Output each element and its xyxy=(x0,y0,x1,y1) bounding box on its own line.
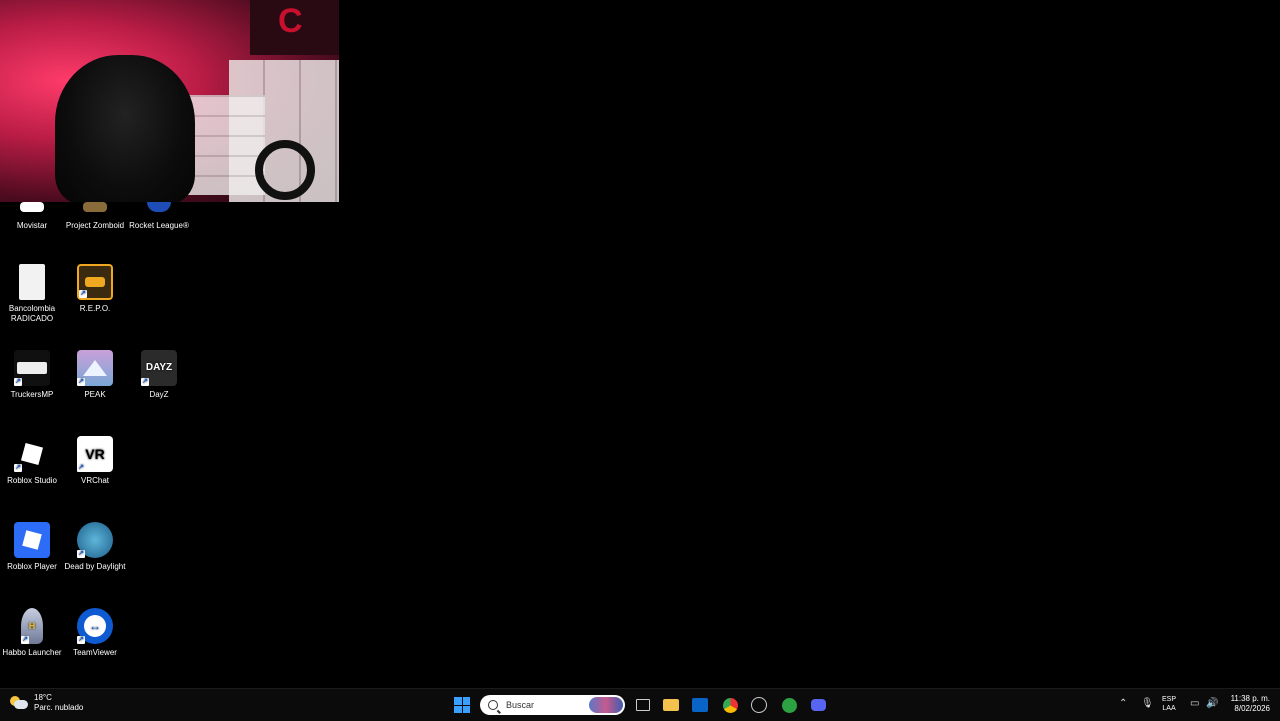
desktop-icon-bancolombia-radicado[interactable]: Bancolombia RADICADO xyxy=(0,264,64,324)
outlook-icon[interactable] xyxy=(691,696,709,714)
roblox-studio-icon: ↗ xyxy=(14,436,50,472)
desktop-icon-movistar[interactable]: Movistar xyxy=(0,202,64,231)
chevron-up-icon[interactable]: ⌃ xyxy=(1119,698,1127,709)
steam-icon[interactable] xyxy=(750,696,768,714)
taskbar: 18°C Parc. nublado Buscar ⌃ 🎙 ESP LAA ▭ … xyxy=(0,688,1280,721)
wall-sign: C xyxy=(250,0,339,55)
desktop-icon-dead-by-daylight[interactable]: ↗ Dead by Daylight xyxy=(63,522,127,572)
chrome-icon[interactable] xyxy=(721,696,739,714)
peak-game-icon: ↗ xyxy=(77,350,113,386)
shortcut-arrow-icon: ↗ xyxy=(21,636,29,644)
clock[interactable]: 11:38 p. m. 8/02/2026 xyxy=(1224,694,1270,714)
file-icon xyxy=(19,264,45,300)
desktop-icon-truckersmp[interactable]: ↗ TruckersMP xyxy=(0,350,64,400)
weather-widget[interactable]: 18°C Parc. nublado xyxy=(10,693,83,713)
dead-by-daylight-icon: ↗ xyxy=(77,522,113,558)
start-button[interactable] xyxy=(454,697,470,713)
movistar-icon xyxy=(20,202,44,212)
volume-icon[interactable]: 🔊 xyxy=(1206,698,1218,709)
language-indicator[interactable]: ESP LAA xyxy=(1162,695,1176,713)
weather-condition: Parc. nublado xyxy=(34,703,84,712)
clock-time: 11:38 p. m. xyxy=(1230,694,1270,703)
roblox-player-icon xyxy=(14,522,50,558)
desktop-icon-teamviewer[interactable]: ↔ ↗ TeamViewer xyxy=(63,608,127,658)
desktop-icon-roblox-player[interactable]: Roblox Player xyxy=(0,522,64,572)
xbox-icon[interactable] xyxy=(780,696,798,714)
desktop-icon-vrchat[interactable]: VR ↗ VRChat xyxy=(63,436,127,486)
shortcut-arrow-icon: ↗ xyxy=(14,378,22,386)
search-highlight-image xyxy=(589,697,623,713)
shortcut-arrow-icon: ↗ xyxy=(79,290,87,298)
shortcut-arrow-icon: ↗ xyxy=(77,636,85,644)
desktop-icon-project-zomboid[interactable]: Project Zomboid xyxy=(63,202,127,231)
discord-icon[interactable] xyxy=(809,696,827,714)
desktop-icon-habbo-launcher[interactable]: H ↗ Habbo Launcher xyxy=(0,608,64,658)
desktop-icon-peak[interactable]: ↗ PEAK xyxy=(63,350,127,400)
shortcut-arrow-icon: ↗ xyxy=(77,378,85,386)
repo-game-icon: ↗ xyxy=(77,264,113,300)
streamer xyxy=(55,55,195,202)
weather-temp: 18°C xyxy=(34,693,52,702)
file-explorer-icon[interactable] xyxy=(662,696,680,714)
search-placeholder: Buscar xyxy=(506,700,535,710)
vrchat-icon: VR ↗ xyxy=(77,436,113,472)
webcam-overlay: C xyxy=(0,0,339,202)
dayz-icon: DAYZ ↗ xyxy=(141,350,177,386)
shortcut-arrow-icon: ↗ xyxy=(141,378,149,386)
desktop-icon-rocket-league[interactable]: Rocket League® xyxy=(127,202,191,231)
network-icon[interactable]: ▭ xyxy=(1190,698,1199,709)
task-view-icon[interactable] xyxy=(634,696,652,714)
teamviewer-icon: ↔ ↗ xyxy=(77,608,113,644)
desktop-icon-dayz[interactable]: DAYZ ↗ DayZ xyxy=(127,350,191,400)
steering-wheel xyxy=(255,140,315,200)
shortcut-arrow-icon: ↗ xyxy=(14,464,22,472)
truckersmp-icon: ↗ xyxy=(14,350,50,386)
desktop-icon-roblox-studio[interactable]: ↗ Roblox Studio xyxy=(0,436,64,486)
desktop-icon-repo[interactable]: ↗ R.E.P.O. xyxy=(63,264,127,314)
rocket-league-icon xyxy=(147,202,171,212)
clock-date: 8/02/2026 xyxy=(1234,704,1270,713)
search-box[interactable]: Buscar xyxy=(480,695,625,715)
shortcut-arrow-icon: ↗ xyxy=(77,550,85,558)
shortcut-arrow-icon: ↗ xyxy=(77,464,85,472)
habbo-launcher-icon: H ↗ xyxy=(21,608,43,644)
weather-cloud-sun-icon xyxy=(10,696,28,710)
microphone-icon[interactable]: 🎙 xyxy=(1141,698,1154,709)
project-zomboid-icon xyxy=(83,202,107,212)
shelf xyxy=(185,95,265,195)
search-icon xyxy=(488,700,498,710)
